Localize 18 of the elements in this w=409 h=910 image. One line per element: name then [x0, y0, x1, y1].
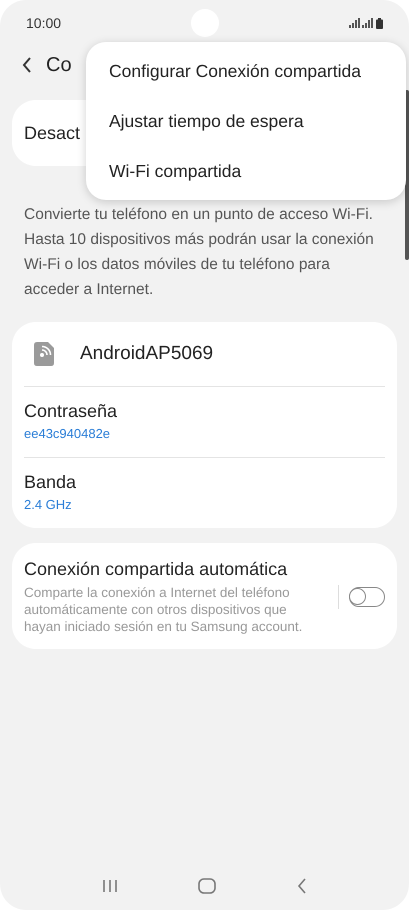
toggle-switch[interactable]: [349, 587, 385, 607]
setting-row[interactable]: Banda 2.4 GHz: [24, 457, 385, 528]
hotspot-icon: [34, 342, 56, 366]
setting-description: Comparte la conexión a Internet del teléfono automáticamente con otros dispositivos que hayan iniciado sesión en tu Samsung account.: [24, 584, 304, 635]
setting-title: Conexión compartida automática: [24, 559, 288, 580]
menu-item[interactable]: Configurar Conexión compartida: [86, 46, 406, 96]
signal-icon: [348, 18, 373, 28]
back-icon[interactable]: [22, 57, 32, 73]
recent-apps-icon[interactable]: [102, 879, 118, 893]
menu-item[interactable]: Wi-Fi compartida: [86, 146, 406, 196]
setting-row[interactable]: Contraseña ee43c940482e: [24, 386, 385, 457]
menu-item[interactable]: Ajustar tiempo de espera: [86, 96, 406, 146]
home-icon[interactable]: [198, 878, 216, 894]
battery-icon: [376, 18, 383, 28]
hotspot-name-row[interactable]: AndroidAP5069: [24, 322, 385, 386]
status-time: 10:00: [26, 15, 62, 31]
description-text: Convierte tu teléfono en un punto de acceso Wi-Fi. Hasta 10 dispositivos más podrán usar la conexión Wi-Fi o los datos móviles de tu teléfono para acceder a Internet.: [23, 205, 375, 300]
page-title: Co: [46, 54, 72, 76]
